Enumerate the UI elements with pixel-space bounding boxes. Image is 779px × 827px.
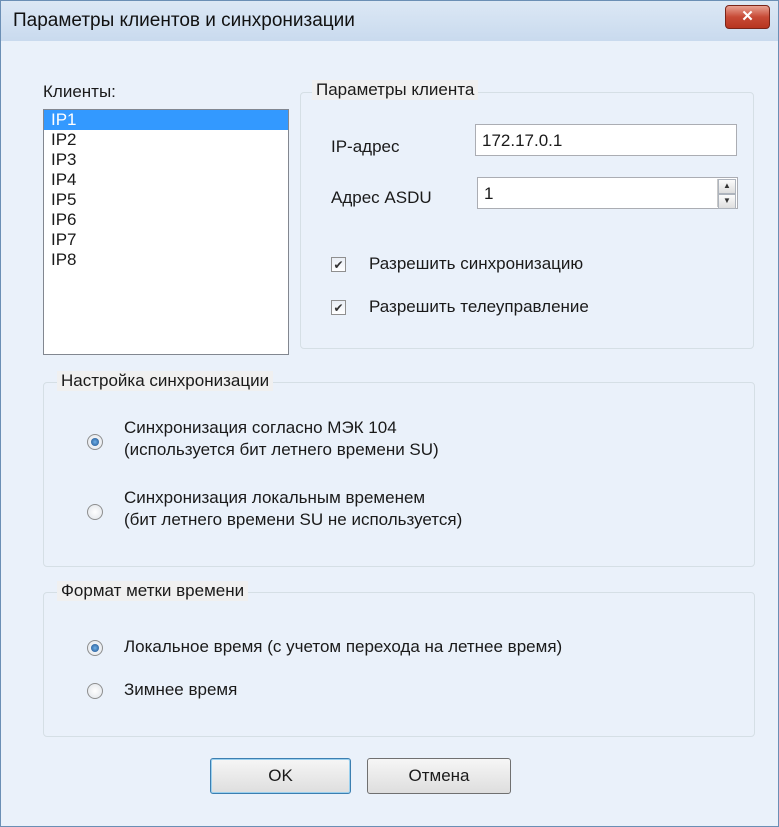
allow-sync-checkbox[interactable]: ✔ xyxy=(331,257,346,272)
winter-time-label: Зимнее время xyxy=(124,680,238,699)
sync-local-time-label-line2: (бит летнего времени SU не используется) xyxy=(124,510,463,529)
timestamp-format-group xyxy=(43,592,755,737)
sync-iec104-label-line1: Синхронизация согласно МЭК 104 xyxy=(124,418,397,437)
spin-down-icon[interactable]: ▼ xyxy=(718,194,736,209)
local-time-label: Локальное время (с учетом перехода на ле… xyxy=(124,637,563,656)
title-bar: Параметры клиентов и синхронизации ✕ xyxy=(1,1,778,41)
asdu-address-value: 1 xyxy=(484,184,494,203)
sync-settings-group-label: Настройка синхронизации xyxy=(57,371,274,391)
list-item[interactable]: IP6 xyxy=(44,210,288,230)
sync-settings-group xyxy=(43,382,755,567)
clients-label: Клиенты: xyxy=(43,82,116,101)
ip-address-field[interactable]: 172.17.0.1 xyxy=(475,124,737,156)
sync-iec104-radio[interactable] xyxy=(87,434,103,450)
asdu-address-label: Адрес ASDU xyxy=(331,188,432,207)
sync-iec104-label-line2: (используется бит летнего времени SU) xyxy=(124,440,439,459)
close-button[interactable]: ✕ xyxy=(725,5,770,29)
radio-selected-dot xyxy=(91,644,99,652)
allow-telecontrol-checkbox[interactable]: ✔ xyxy=(331,300,346,315)
window-title: Параметры клиентов и синхронизации xyxy=(13,10,355,31)
close-icon: ✕ xyxy=(741,8,754,25)
list-item[interactable]: IP4 xyxy=(44,170,288,190)
winter-time-radio[interactable] xyxy=(87,683,103,699)
check-icon: ✔ xyxy=(333,258,344,272)
list-item[interactable]: IP2 xyxy=(44,130,288,150)
client-params-group-label: Параметры клиента xyxy=(312,80,479,100)
list-item[interactable]: IP1 xyxy=(44,110,288,130)
allow-telecontrol-label: Разрешить телеуправление xyxy=(369,297,589,316)
cancel-button[interactable]: Отмена xyxy=(367,758,511,794)
clients-listbox[interactable]: IP1 IP2 IP3 IP4 IP5 IP6 IP7 IP8 xyxy=(43,109,289,355)
list-item[interactable]: IP8 xyxy=(44,250,288,270)
sync-local-time-radio[interactable] xyxy=(87,504,103,520)
ok-button[interactable]: OK xyxy=(210,758,351,794)
sync-local-time-label-line1: Синхронизация локальным временем xyxy=(124,488,426,507)
ip-address-label: IP-адрес xyxy=(331,137,400,156)
local-time-radio[interactable] xyxy=(87,640,103,656)
list-item[interactable]: IP7 xyxy=(44,230,288,250)
spin-up-icon[interactable]: ▲ xyxy=(718,179,736,194)
list-item[interactable]: IP5 xyxy=(44,190,288,210)
check-icon: ✔ xyxy=(333,301,344,315)
timestamp-format-group-label: Формат метки времени xyxy=(57,581,249,601)
asdu-spinner[interactable]: ▲ ▼ xyxy=(717,179,736,209)
asdu-address-stepper[interactable]: 1 ▲ ▼ xyxy=(477,177,738,209)
list-item[interactable]: IP3 xyxy=(44,150,288,170)
allow-sync-label: Разрешить синхронизацию xyxy=(369,254,584,273)
radio-selected-dot xyxy=(91,438,99,446)
